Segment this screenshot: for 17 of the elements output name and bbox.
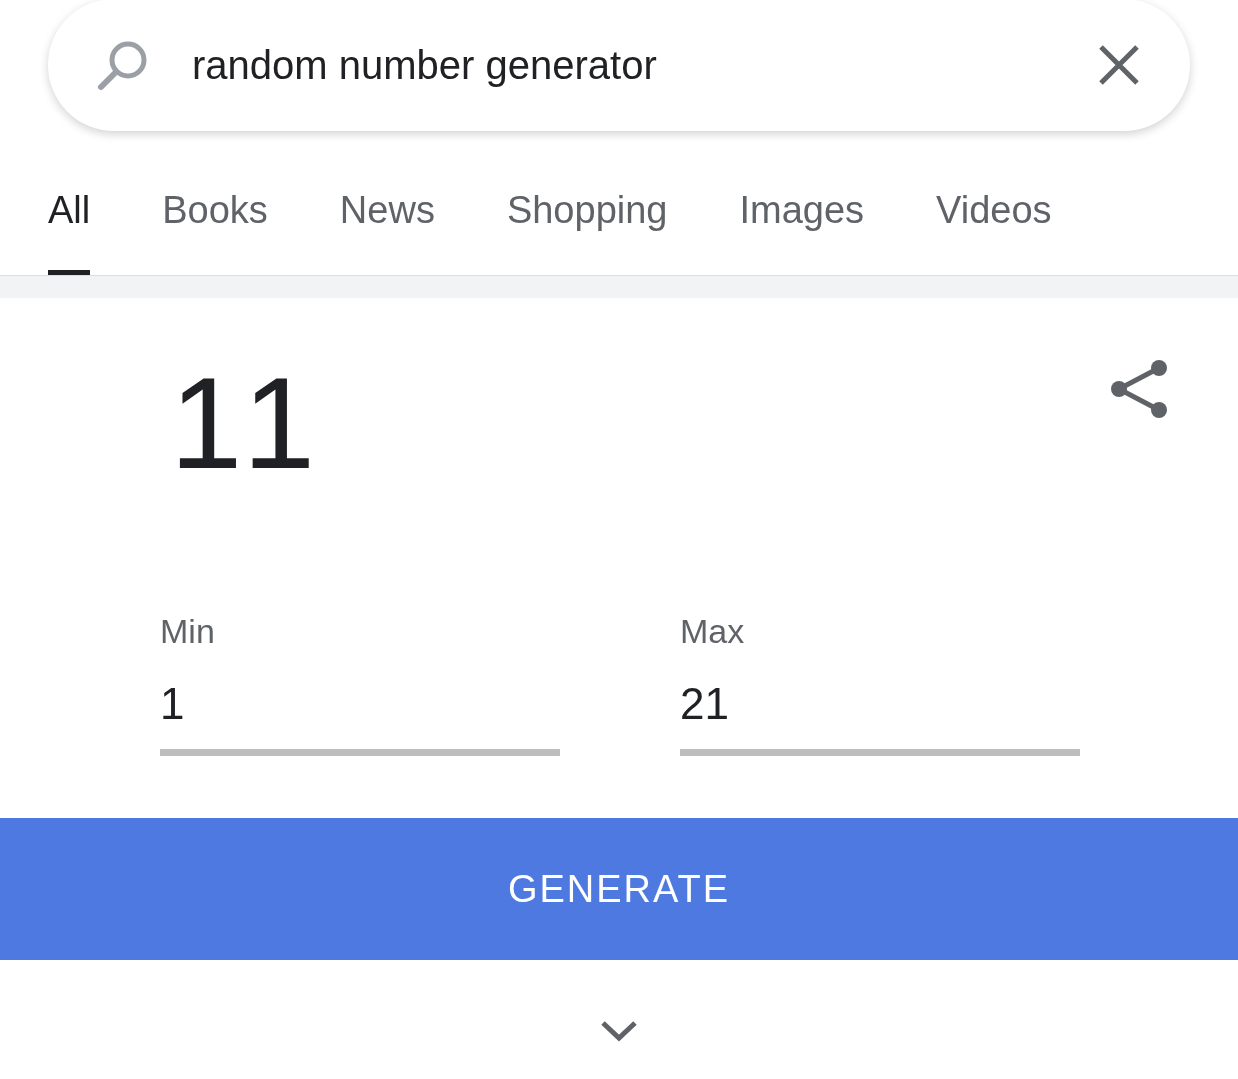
close-icon[interactable] bbox=[1098, 44, 1140, 86]
field-label: Min bbox=[160, 612, 216, 651]
chevron-down-icon[interactable] bbox=[600, 1020, 638, 1042]
tab[interactable]: Books bbox=[162, 150, 268, 275]
share-icon[interactable] bbox=[1110, 358, 1168, 420]
number-field[interactable]: Max 21 bbox=[680, 612, 1080, 756]
tab[interactable]: Images bbox=[739, 150, 865, 275]
field-value[interactable]: 21 bbox=[680, 679, 1080, 729]
generate-button[interactable]: GENERATE bbox=[0, 818, 1238, 960]
tab[interactable]: Videos bbox=[936, 150, 1052, 275]
field-label: Max bbox=[680, 612, 746, 651]
tab[interactable]: Shopping bbox=[506, 150, 668, 275]
number-field[interactable]: Min 1 bbox=[160, 612, 560, 756]
tab[interactable]: News bbox=[339, 150, 435, 275]
result-number: 11 bbox=[170, 358, 325, 498]
field-value[interactable]: 1 bbox=[160, 679, 560, 729]
search-field[interactable]: random number generator bbox=[48, 0, 1190, 131]
